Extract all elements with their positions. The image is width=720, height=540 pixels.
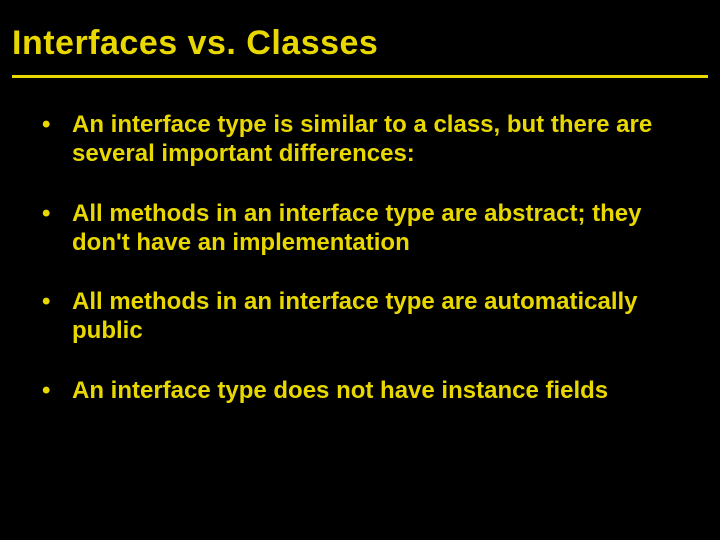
bullet-list: An interface type is similar to a class,… bbox=[38, 110, 678, 405]
list-item: All methods in an interface type are abs… bbox=[38, 199, 678, 258]
slide: Interfaces vs. Classes An interface type… bbox=[0, 0, 720, 540]
list-item: An interface type does not have instance… bbox=[38, 376, 678, 405]
list-item: An interface type is similar to a class,… bbox=[38, 110, 678, 169]
slide-title: Interfaces vs. Classes bbox=[12, 24, 708, 78]
list-item: All methods in an interface type are aut… bbox=[38, 287, 678, 346]
slide-content: An interface type is similar to a class,… bbox=[12, 110, 708, 405]
